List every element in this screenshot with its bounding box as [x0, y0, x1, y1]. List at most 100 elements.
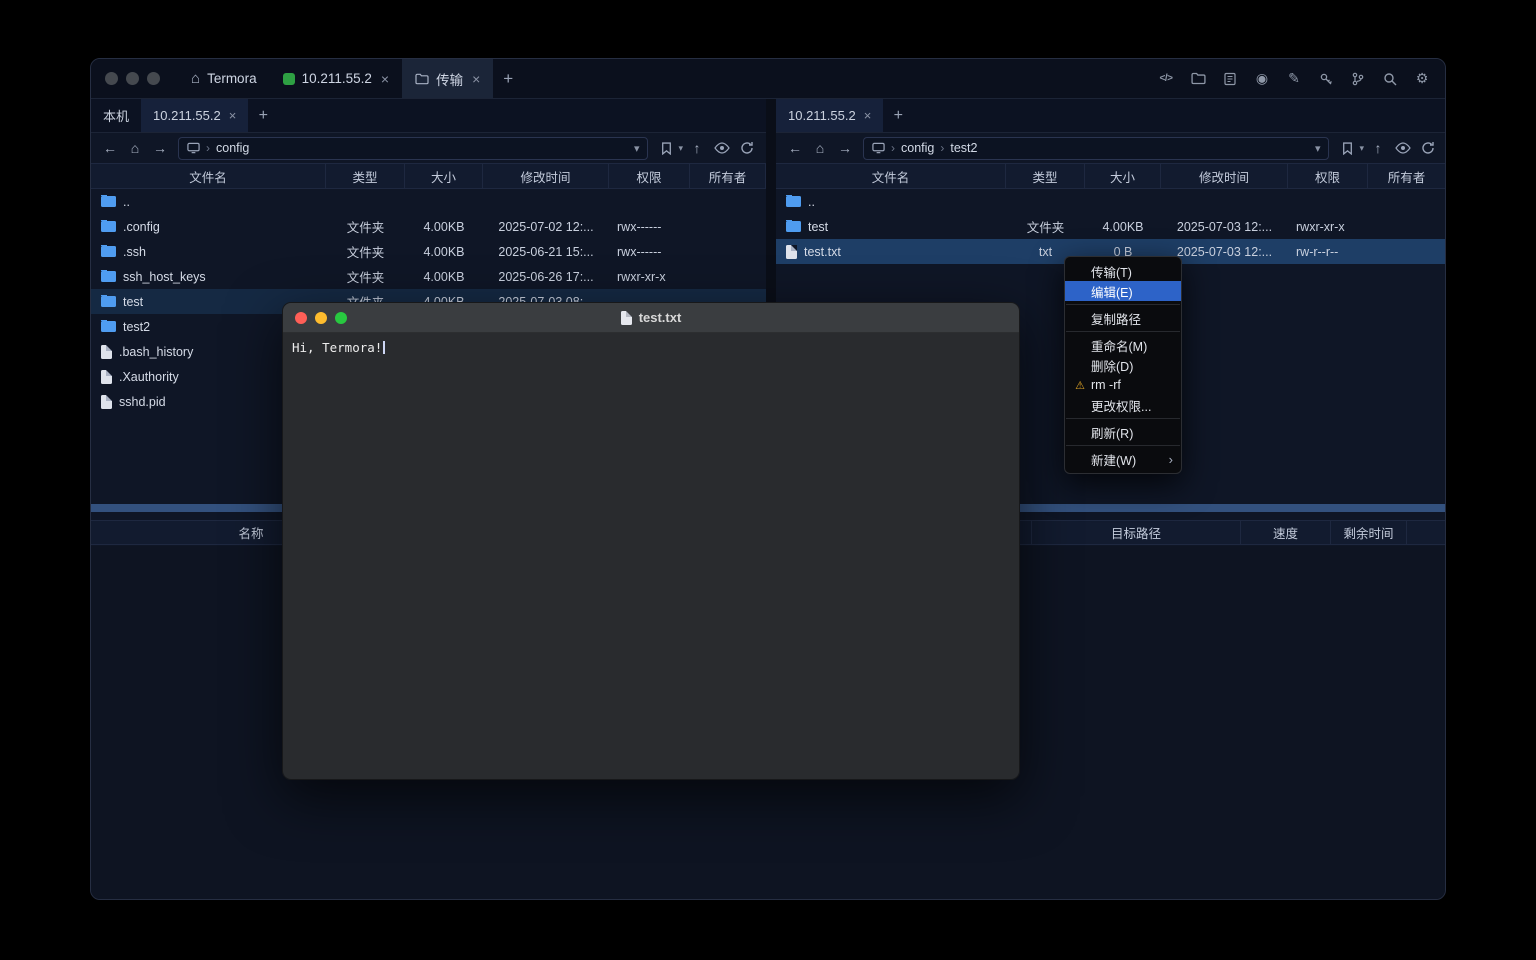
editor-content[interactable]: Hi, Termora!	[283, 333, 1019, 779]
branch-icon[interactable]	[1349, 70, 1367, 88]
gear-icon[interactable]: ⚙	[1413, 70, 1431, 88]
file-type: 文件夹	[326, 267, 405, 286]
menu-item-transfer[interactable]: 传输(T)	[1065, 261, 1181, 281]
close-window-icon[interactable]	[295, 312, 307, 324]
column-header-owner[interactable]: 所有者	[1368, 164, 1446, 188]
editor-text: Hi, Termora!	[292, 340, 382, 355]
caret-down-icon[interactable]: ▾	[1359, 143, 1364, 154]
column-header-modified[interactable]: 修改时间	[1161, 164, 1288, 188]
column-header-size[interactable]: 大小	[1085, 164, 1161, 188]
folder-icon[interactable]	[1189, 70, 1207, 88]
eye-icon[interactable]	[711, 137, 733, 159]
file-row[interactable]: test 文件夹 4.00KB 2025-07-03 12:... rwxr-x…	[776, 214, 1446, 239]
pencil-icon[interactable]: ✎	[1285, 70, 1303, 88]
parent-directory-icon[interactable]: ↑	[686, 137, 708, 159]
file-name-cell: ..	[91, 195, 326, 209]
menu-item-new[interactable]: 新建(W) ›	[1065, 449, 1181, 469]
folder-icon	[415, 73, 429, 85]
forward-icon[interactable]: →	[149, 137, 171, 159]
back-icon[interactable]: ←	[99, 137, 121, 159]
column-header-perms[interactable]: 权限	[609, 164, 690, 188]
record-icon[interactable]: ◉	[1253, 70, 1271, 88]
log-icon[interactable]	[1221, 70, 1239, 88]
file-row[interactable]: ssh_host_keys 文件夹 4.00KB 2025-06-26 17:.…	[91, 264, 766, 289]
zoom-window-icon[interactable]	[147, 72, 160, 85]
refresh-icon[interactable]	[1417, 137, 1439, 159]
search-icon[interactable]	[1381, 70, 1399, 88]
new-pane-tab-button[interactable]: +	[248, 99, 278, 132]
bookmark-icon[interactable]	[655, 137, 677, 159]
column-header-modified[interactable]: 修改时间	[483, 164, 609, 188]
caret-down-icon[interactable]: ▾	[678, 143, 683, 154]
host-icon	[283, 73, 295, 85]
menu-separator	[1066, 331, 1180, 332]
file-name: .Xauthority	[119, 370, 179, 384]
file-row[interactable]: ..	[776, 189, 1446, 214]
tab-label: 10.211.55.2	[153, 108, 221, 123]
home-icon[interactable]: ⌂	[809, 137, 831, 159]
column-header-name[interactable]: 文件名	[91, 164, 326, 188]
new-tab-button[interactable]: +	[493, 59, 523, 98]
close-icon[interactable]: ×	[864, 108, 872, 123]
menu-item-rename[interactable]: 重命名(M)	[1065, 335, 1181, 355]
column-header-type[interactable]: 类型	[326, 164, 405, 188]
chevron-down-icon[interactable]: ▾	[1315, 142, 1321, 155]
tab-termora[interactable]: ⌂ Termora	[178, 59, 270, 98]
minimize-window-icon[interactable]	[315, 312, 327, 324]
close-window-icon[interactable]	[105, 72, 118, 85]
breadcrumb-segment[interactable]: config	[901, 141, 934, 155]
eye-icon[interactable]	[1392, 137, 1414, 159]
window-controls	[105, 72, 160, 85]
tab-local[interactable]: 本机	[91, 99, 141, 132]
close-icon[interactable]: ×	[381, 71, 389, 87]
column-header-perms[interactable]: 权限	[1288, 164, 1368, 188]
parent-directory-icon[interactable]: ↑	[1367, 137, 1389, 159]
breadcrumb-segment[interactable]: config	[216, 141, 249, 155]
file-name: test	[123, 295, 143, 309]
column-header-size[interactable]: 大小	[405, 164, 483, 188]
code-icon[interactable]: </>	[1157, 70, 1175, 88]
home-icon[interactable]: ⌂	[124, 137, 146, 159]
column-header-eta[interactable]: 剩余时间	[1331, 521, 1407, 544]
column-header-name[interactable]: 文件名	[776, 164, 1006, 188]
folder-icon	[101, 196, 116, 207]
key-icon[interactable]	[1317, 70, 1335, 88]
context-menu: 传输(T) 编辑(E) 复制路径 重命名(M) 删除(D) ⚠ rm -rf 更…	[1064, 256, 1182, 474]
menu-item-refresh[interactable]: 刷新(R)	[1065, 422, 1181, 442]
close-icon[interactable]: ×	[472, 71, 480, 87]
file-name: .ssh	[123, 245, 146, 259]
tab-remote-host[interactable]: 10.211.55.2 ×	[776, 99, 883, 132]
menu-item-copy-path[interactable]: 复制路径	[1065, 308, 1181, 328]
tab-remote-host[interactable]: 10.211.55.2 ×	[141, 99, 248, 132]
forward-icon[interactable]: →	[834, 137, 856, 159]
file-row[interactable]: ..	[91, 189, 766, 214]
breadcrumb[interactable]: › config ▾	[178, 137, 648, 160]
menu-item-rm-rf[interactable]: ⚠ rm -rf	[1065, 375, 1181, 395]
column-header-owner[interactable]: 所有者	[690, 164, 766, 188]
file-row[interactable]: .config 文件夹 4.00KB 2025-07-02 12:... rwx…	[91, 214, 766, 239]
zoom-window-icon[interactable]	[335, 312, 347, 324]
back-icon[interactable]: ←	[784, 137, 806, 159]
close-icon[interactable]: ×	[229, 108, 237, 123]
column-header-type[interactable]: 类型	[1006, 164, 1085, 188]
menu-item-edit[interactable]: 编辑(E)	[1065, 281, 1181, 301]
editor-titlebar[interactable]: test.txt	[283, 303, 1019, 333]
menu-item-chmod[interactable]: 更改权限...	[1065, 395, 1181, 415]
breadcrumb-segment[interactable]: test2	[950, 141, 977, 155]
file-row[interactable]: .ssh 文件夹 4.00KB 2025-06-21 15:... rwx---…	[91, 239, 766, 264]
menu-item-delete[interactable]: 删除(D)	[1065, 355, 1181, 375]
column-header-speed[interactable]: 速度	[1241, 521, 1331, 544]
breadcrumb[interactable]: › config › test2 ▾	[863, 137, 1329, 160]
tab-host[interactable]: 10.211.55.2 ×	[270, 59, 403, 98]
computer-icon	[872, 142, 885, 154]
menu-separator	[1066, 445, 1180, 446]
new-pane-tab-button[interactable]: +	[883, 99, 913, 132]
file-name-cell: ..	[776, 195, 1006, 209]
editor-title-text: test.txt	[639, 310, 682, 325]
tab-transfer[interactable]: 传输 ×	[402, 59, 493, 98]
refresh-icon[interactable]	[736, 137, 758, 159]
chevron-down-icon[interactable]: ▾	[634, 142, 640, 155]
bookmark-icon[interactable]	[1336, 137, 1358, 159]
minimize-window-icon[interactable]	[126, 72, 139, 85]
column-header-target-path[interactable]: 目标路径	[1031, 521, 1241, 544]
